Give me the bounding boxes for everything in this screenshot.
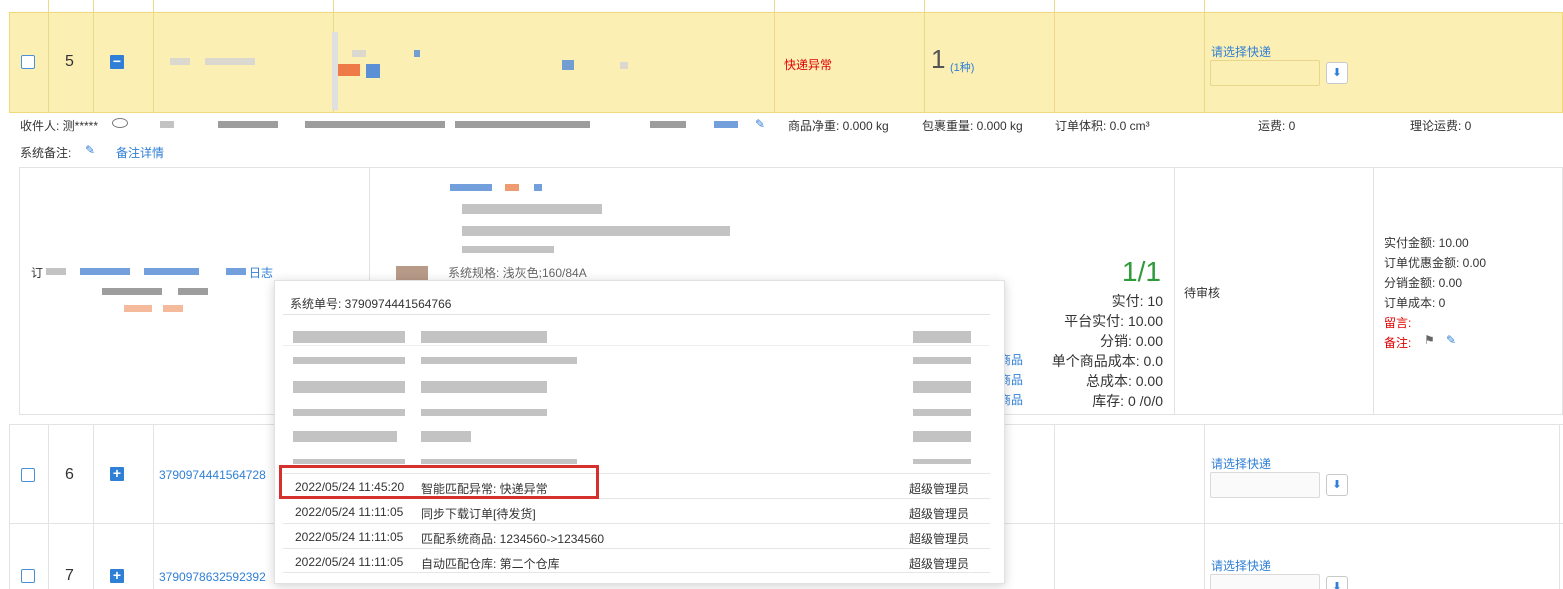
distribution-amount: 分销金额: 0.00 — [1384, 276, 1463, 290]
log-action: 自动匹配仓库: 第二个仓库 — [421, 557, 560, 571]
edit-address-icon[interactable]: ✎ — [755, 117, 765, 131]
highlight-annotation-box — [279, 465, 599, 499]
paid: 实付: 10 — [1111, 293, 1163, 309]
row-5-checkbox[interactable] — [21, 55, 35, 69]
log-user: 超级管理员 — [909, 557, 970, 571]
collapse-icon[interactable]: − — [110, 54, 124, 69]
expand-icon[interactable]: + — [110, 466, 124, 481]
row-5-download-button[interactable]: ⬇ — [1326, 62, 1348, 84]
log-time: 2022/05/24 11:11:05 — [295, 555, 404, 569]
row-5-courier-select[interactable]: 请选择快递 — [1211, 43, 1271, 60]
review-status: 待审核 — [1184, 286, 1221, 300]
log-row: 2022/05/24 11:11:05 匹配系统商品: 1234560->123… — [283, 523, 990, 548]
row-6-courier-select[interactable]: 请选择快递 — [1211, 455, 1271, 472]
order-volume: 订单体积: 0.0 cm³ — [1055, 119, 1150, 133]
recipient-label: 收件人: 测***** — [20, 119, 99, 133]
row-6-order-no[interactable]: 3790974441564728 — [159, 468, 266, 482]
log-row: 2022/05/24 11:11:05 同步下载订单[待发货] 超级管理员 — [283, 498, 990, 523]
edit-note-icon[interactable]: ✎ — [85, 143, 95, 157]
log-user: 超级管理员 — [909, 507, 970, 521]
edit-remark-icon[interactable]: ✎ — [1446, 333, 1456, 347]
actual-amount: 实付金额: 10.00 — [1384, 236, 1469, 250]
order-prefix: 订 — [31, 266, 44, 280]
log-time: 2022/05/24 11:11:05 — [295, 505, 404, 519]
log-action: 同步下载订单[待发货] — [421, 507, 536, 521]
system-note-label: 系统备注: — [20, 146, 72, 160]
order-cost: 订单成本: 0 — [1384, 296, 1446, 310]
flag-icon[interactable]: ⚑ — [1424, 333, 1435, 347]
net-weight: 商品净重: 0.000 kg — [788, 119, 889, 133]
system-order-no: 系统单号: 3790974441564766 — [290, 297, 452, 311]
ratio: 1/1 — [1122, 256, 1161, 287]
note-detail-link[interactable]: 备注详情 — [116, 144, 164, 161]
row-7-number: 7 — [65, 567, 74, 584]
log-row: 2022/05/24 11:11:05 自动匹配仓库: 第二个仓库 超级管理员 — [283, 548, 990, 573]
log-link[interactable]: 日志 — [249, 264, 273, 281]
order-log-popup: 系统单号: 3790974441564766 2022/05/24 11:45:… — [274, 280, 1005, 584]
log-user: 超级管理员 — [909, 482, 970, 496]
total-cost: 总成本: 0.00 — [1085, 373, 1163, 389]
discount-amount: 订单优惠金额: 0.00 — [1384, 256, 1487, 270]
unit-cost: 单个商品成本: 0.0 — [1051, 353, 1163, 369]
row-7-courier-input[interactable] — [1210, 574, 1320, 589]
row-6-courier-input[interactable] — [1210, 472, 1320, 498]
log-time: 2022/05/24 11:11:05 — [295, 530, 404, 544]
expand-icon[interactable]: + — [110, 568, 124, 583]
freight: 运费: 0 — [1258, 119, 1296, 133]
row-6-number: 6 — [65, 466, 74, 483]
log-action: 匹配系统商品: 1234560->1234560 — [421, 532, 605, 546]
row-7-order-no[interactable]: 3790978632592392 — [159, 570, 266, 584]
message-label: 留言: — [1384, 316, 1412, 330]
row-5-number: 5 — [65, 53, 74, 70]
log-user: 超级管理员 — [909, 532, 970, 546]
row-7-courier-select[interactable]: 请选择快递 — [1211, 557, 1271, 574]
platform-paid: 平台实付: 10.00 — [1064, 313, 1163, 329]
row-5-courier-input[interactable] — [1210, 60, 1320, 86]
row-5-status: 快递异常 — [784, 58, 833, 72]
row-6-checkbox[interactable] — [21, 468, 35, 482]
row-7-checkbox[interactable] — [21, 569, 35, 583]
remark-label: 备注: — [1384, 336, 1412, 350]
row-5-qty: 1 — [931, 44, 946, 74]
stock: 库存: 0 /0/0 — [1092, 393, 1163, 409]
pkg-weight: 包裹重量: 0.000 kg — [922, 119, 1023, 133]
row-6-download-button[interactable]: ⬇ — [1326, 474, 1348, 496]
row-7-download-button[interactable]: ⬇ — [1326, 576, 1348, 589]
row-5-qty-kind: (1种) — [950, 62, 975, 74]
eye-icon[interactable] — [112, 118, 128, 128]
product-spec: 系统规格: 浅灰色;160/84A — [448, 266, 587, 280]
distribution: 分销: 0.00 — [1099, 333, 1163, 349]
theory-freight: 理论运费: 0 — [1410, 119, 1472, 133]
